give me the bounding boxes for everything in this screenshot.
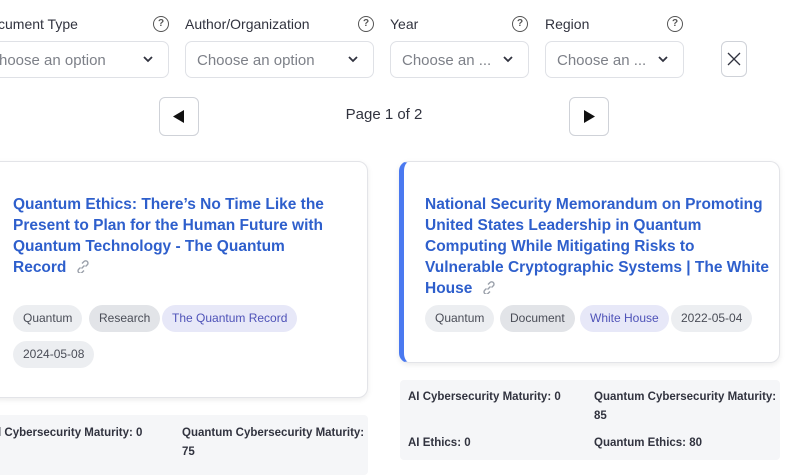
next-page-button[interactable] — [569, 97, 609, 136]
help-icon[interactable]: ? — [358, 16, 374, 32]
triangle-right-icon — [584, 110, 595, 123]
region-select-value: Choose an ... — [557, 52, 647, 69]
region-select[interactable]: Choose an ... — [545, 41, 684, 78]
ai-cybersecurity-maturity: AI Cybersecurity Maturity: 0 — [408, 391, 561, 403]
chevron-down-icon — [658, 56, 668, 63]
quantum-cybersecurity-maturity-label: Quantum Cybersecurity Maturity: — [594, 391, 777, 403]
quantum-cybersecurity-maturity-label: Quantum Cybersecurity Maturity: — [182, 427, 365, 439]
help-icon[interactable]: ? — [512, 16, 528, 32]
clear-filters-button[interactable] — [721, 41, 747, 77]
filter-label-region: Region — [545, 16, 590, 32]
quantum-ethics: Quantum Ethics: 80 — [594, 437, 702, 449]
previous-page-button[interactable] — [159, 97, 199, 136]
filter-label-document-type: cument Type — [0, 16, 78, 32]
card-title-link[interactable]: Quantum Ethics: There’s No Time Like the… — [13, 194, 333, 278]
chevron-down-icon — [348, 56, 358, 63]
page-indicator: Page 1 of 2 — [345, 106, 423, 123]
result-card: Quantum Ethics: There’s No Time Like the… — [0, 161, 368, 398]
tag-organization[interactable]: The Quantum Record — [162, 305, 298, 332]
link-icon — [77, 260, 89, 273]
link-icon — [483, 281, 495, 294]
card-title-text: Quantum Ethics: There’s No Time Like the… — [13, 196, 324, 276]
chevron-down-icon — [143, 56, 153, 63]
tag-type[interactable]: Document — [500, 305, 575, 332]
ai-cybersecurity-maturity: l Cybersecurity Maturity: 0 — [0, 427, 143, 439]
ai-ethics: AI Ethics: 0 — [408, 437, 471, 449]
quantum-cybersecurity-maturity-value: 75 — [182, 446, 195, 458]
result-card-highlighted: National Security Memorandum on Promotin… — [399, 161, 780, 363]
author-select-value: Choose an option — [197, 52, 315, 69]
tag-topic[interactable]: Quantum — [425, 305, 495, 332]
tag-date: 2022-05-04 — [671, 305, 753, 332]
triangle-left-icon — [173, 110, 184, 123]
filter-label-year: Year — [390, 16, 419, 32]
card-title-text: National Security Memorandum on Promotin… — [425, 196, 769, 297]
help-icon[interactable]: ? — [667, 16, 683, 32]
card-title-link[interactable]: National Security Memorandum on Promotin… — [425, 194, 770, 299]
author-organization-select[interactable]: Choose an option — [185, 41, 374, 78]
quantum-cybersecurity-maturity-value: 85 — [594, 410, 607, 422]
chevron-down-icon — [503, 56, 513, 63]
card-metrics: l Cybersecurity Maturity: 0 Quantum Cybe… — [0, 415, 368, 475]
tag-organization[interactable]: White House — [580, 305, 669, 332]
tag-type[interactable]: Research — [89, 305, 161, 332]
close-icon — [727, 52, 741, 66]
help-icon[interactable]: ? — [153, 16, 169, 32]
document-type-select-value: hoose an option — [0, 52, 106, 69]
tag-topic[interactable]: Quantum — [13, 305, 83, 332]
year-select[interactable]: Choose an ... — [390, 41, 529, 78]
document-type-select[interactable]: hoose an option — [0, 41, 169, 78]
year-select-value: Choose an ... — [402, 52, 492, 69]
filter-label-author: Author/Organization — [185, 16, 310, 32]
tag-date: 2024-05-08 — [13, 341, 95, 368]
card-metrics: AI Cybersecurity Maturity: 0 Quantum Cyb… — [400, 380, 780, 460]
